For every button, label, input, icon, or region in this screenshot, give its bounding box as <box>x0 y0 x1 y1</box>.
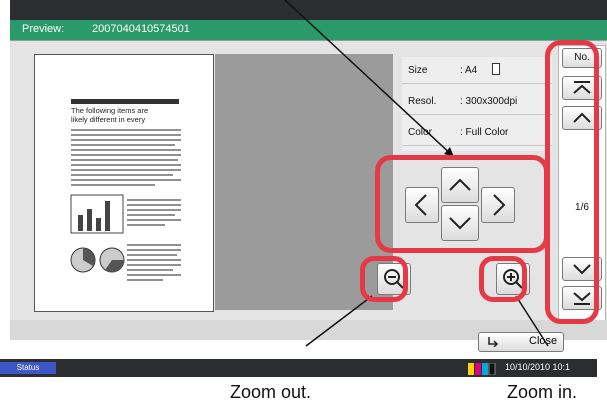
zoom-in-caption: Zoom in. <box>507 382 578 402</box>
zoom-out-pointer <box>305 295 373 347</box>
sidebar-highlight <box>545 40 599 324</box>
zoom-out-highlight <box>360 256 408 302</box>
zoom-in-highlight <box>479 256 527 302</box>
scroll-pad-highlight <box>375 155 549 253</box>
zoom-out-caption: Zoom out. <box>230 382 312 402</box>
zoom-in-pointer <box>515 295 549 347</box>
pointer-line <box>284 0 455 158</box>
